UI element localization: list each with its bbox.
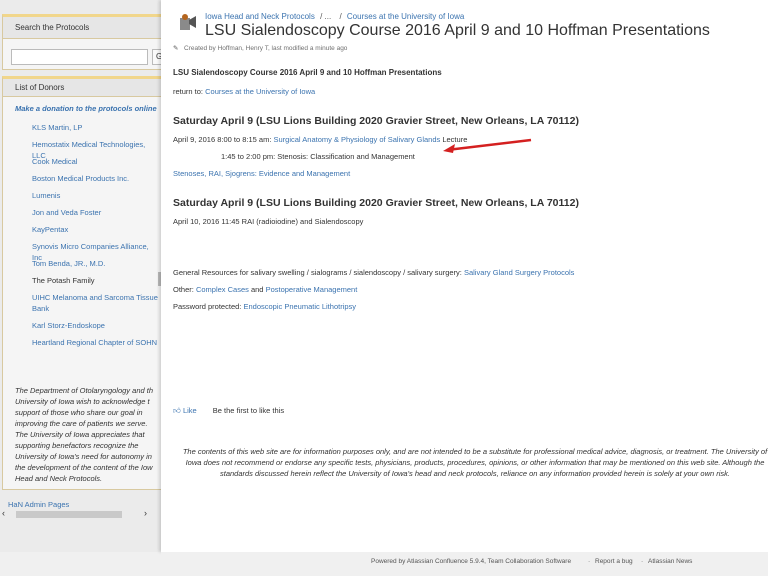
password-line: Password protected: Endoscopic Pneumatic… — [173, 302, 356, 311]
thumbs-up-icon: 👍︎ — [173, 406, 181, 415]
footer-separator: · — [588, 558, 591, 565]
stenoses-link[interactable]: Stenoses, RAI, Sjogrens: Evidence and Ma… — [173, 169, 350, 178]
scrollbar-thumb[interactable] — [16, 511, 122, 518]
donor-link[interactable]: KayPentax — [32, 224, 160, 235]
like-button[interactable]: 👍︎ Like — [173, 406, 197, 415]
donor-link[interactable]: Tom Benda, JR., M.D. — [32, 258, 160, 269]
other-line: Other: Complex Cases and Postoperative M… — [173, 285, 357, 294]
breadcrumb: Iowa Head and Neck Protocols / ... / Cou… — [205, 12, 464, 21]
other-and: and — [250, 285, 264, 294]
like-status: Be the first to like this — [212, 406, 285, 415]
donate-link[interactable]: Make a donation to the protocols online — [15, 104, 157, 113]
section-heading: Saturday April 9 (LSU Lions Building 202… — [173, 197, 579, 209]
breadcrumb-ellipsis[interactable]: / ... — [320, 12, 331, 21]
donor-link[interactable]: Lumenis — [32, 190, 160, 201]
content-subtitle: LSU Sialendoscopy Course 2016 April 9 an… — [173, 68, 442, 77]
breadcrumb-separator: / — [339, 12, 342, 21]
password-prefix: Password protected: — [173, 302, 242, 311]
donor-link[interactable]: Heartland Regional Chapter of SOHN — [32, 337, 160, 348]
like-row: 👍︎ Like Be the first to like this — [173, 406, 284, 416]
acknowledgement-text: The Department of Otolaryngology and th … — [15, 386, 153, 483]
donor-name: The Potash Family — [32, 276, 95, 285]
return-line: return to: Courses at the University of … — [173, 87, 315, 96]
donor-link[interactable]: UIHC Melanoma and Sarcoma Tissue Bank — [32, 292, 160, 314]
page-title: LSU Sialendoscopy Course 2016 April 9 an… — [205, 22, 710, 39]
footer-separator: · — [641, 558, 644, 565]
complex-cases-link[interactable]: Complex Cases — [196, 285, 249, 294]
lecture-time: April 9, 2016 8:00 to 8:15 am: — [173, 135, 272, 144]
red-arrow-annotation — [443, 138, 532, 153]
stenosis-line: 1:45 to 2:00 pm: Stenosis: Classificatio… — [221, 152, 415, 161]
donor-link[interactable]: Jon and Veda Foster — [32, 207, 160, 218]
edit-pencil-icon: ✎ — [173, 45, 179, 52]
breadcrumb-parent-link[interactable]: Courses at the University of Iowa — [347, 12, 464, 21]
main-content: Iowa Head and Neck Protocols / ... / Cou… — [161, 0, 768, 552]
lecture-line: April 9, 2016 8:00 to 8:15 am: Surgical … — [173, 135, 467, 144]
metadata-text: Created by Hoffman, Henry T, last modifi… — [184, 45, 348, 52]
donor-link[interactable]: KLS Martin, LP — [32, 122, 160, 133]
lecture-link[interactable]: Surgical Anatomy & Physiology of Salivar… — [274, 135, 441, 144]
postoperative-link[interactable]: Postoperative Management — [266, 285, 358, 294]
report-bug-link[interactable]: Report a bug — [595, 558, 633, 565]
breadcrumb-home-link[interactable]: Iowa Head and Neck Protocols — [205, 12, 315, 21]
donor-link[interactable]: Cook Medical — [32, 156, 160, 167]
like-label: Like — [182, 406, 197, 415]
resources-prefix: General Resources for salivary swelling … — [173, 268, 462, 277]
page-logo-icon — [180, 14, 196, 30]
rai-line: April 10, 2016 11:45 RAI (radioiodine) a… — [173, 217, 364, 226]
return-link[interactable]: Courses at the University of Iowa — [205, 87, 315, 96]
general-resources-line: General Resources for salivary swelling … — [173, 268, 574, 277]
disclaimer: The contents of this web site are for in… — [182, 447, 768, 478]
donor-link[interactable]: Karl Storz-Endoskope — [32, 320, 160, 331]
sidebar-horizontal-scrollbar[interactable]: ‹ › — [2, 508, 159, 520]
search-input[interactable] — [11, 49, 148, 65]
scroll-right-icon[interactable]: › — [144, 508, 147, 518]
atlassian-news-link[interactable]: Atlassian News — [648, 558, 692, 565]
donor-link[interactable]: Boston Medical Products Inc. — [32, 173, 160, 184]
lithotripsy-link[interactable]: Endoscopic Pneumatic Lithotripsy — [243, 302, 356, 311]
search-panel: Search the Protocols G — [2, 14, 161, 70]
scroll-left-icon[interactable]: ‹ — [2, 508, 5, 518]
donors-panel-heading: List of Donors — [3, 79, 161, 97]
donors-panel: List of Donors Make a donation to the pr… — [2, 76, 161, 490]
other-prefix: Other: — [173, 285, 194, 294]
salivary-protocols-link[interactable]: Salivary Gland Surgery Protocols — [464, 268, 574, 277]
powered-by-link[interactable]: Powered by Atlassian Confluence 5.9.4, T… — [371, 558, 571, 565]
search-panel-heading: Search the Protocols — [3, 17, 161, 39]
section-heading: Saturday April 9 (LSU Lions Building 202… — [173, 115, 579, 127]
page-metadata: ✎ Created by Hoffman, Henry T, last modif… — [173, 44, 347, 52]
search-button[interactable]: G — [152, 49, 161, 65]
footer: Powered by Atlassian Confluence 5.9.4, T… — [161, 552, 768, 576]
sidebar: Search the Protocols G List of Donors Ma… — [0, 0, 161, 552]
return-prefix: return to: — [173, 87, 204, 96]
